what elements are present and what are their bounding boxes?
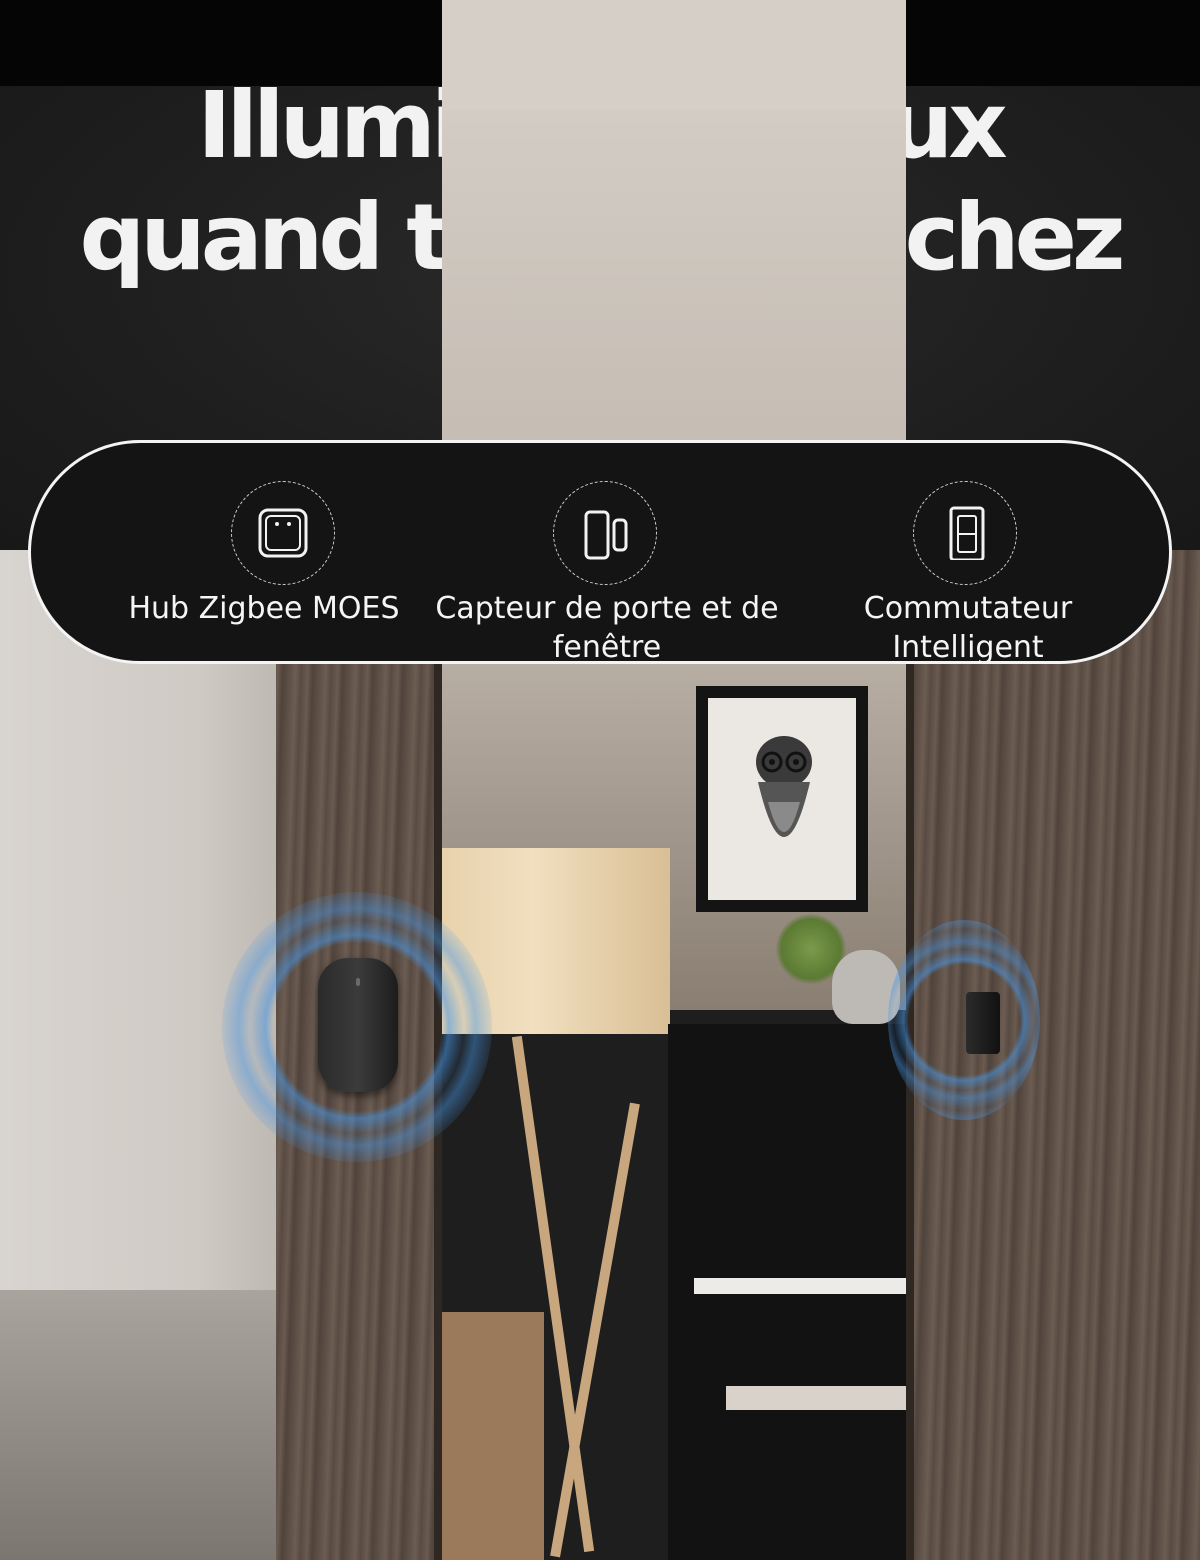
wooden-shelf [442, 1312, 544, 1560]
product-page: Illumine tes yeux quand tu rentres chez … [0, 0, 1200, 1560]
feature-door-sensor: Capteur de porte et de fenêtre [433, 443, 781, 667]
owl-picture-frame [696, 686, 868, 912]
feature-pill: Hub Zigbee MOES Capteur de porte et de f… [28, 440, 1172, 667]
piano [668, 1024, 906, 1560]
feature-label: Capteur de porte et de fenêtre [435, 591, 779, 665]
door-sensor-icon [584, 510, 628, 560]
feature-hub: Hub Zigbee MOES [119, 443, 409, 667]
smart-switch-icon [949, 506, 985, 560]
sensor-signal-rings [888, 920, 1040, 1120]
feature-label: Hub Zigbee MOES [128, 591, 400, 626]
room-ceiling [442, 0, 906, 110]
zigbee-hub-device [318, 958, 398, 1092]
owl-illustration [756, 736, 812, 837]
feature-smart-switch: Commutateur Intelligent [831, 443, 1105, 667]
feature-label: Commutateur Intelligent [863, 591, 1073, 665]
door-sensor-device [966, 992, 1000, 1054]
hub-icon [258, 508, 308, 558]
piano-bench [726, 1386, 906, 1410]
